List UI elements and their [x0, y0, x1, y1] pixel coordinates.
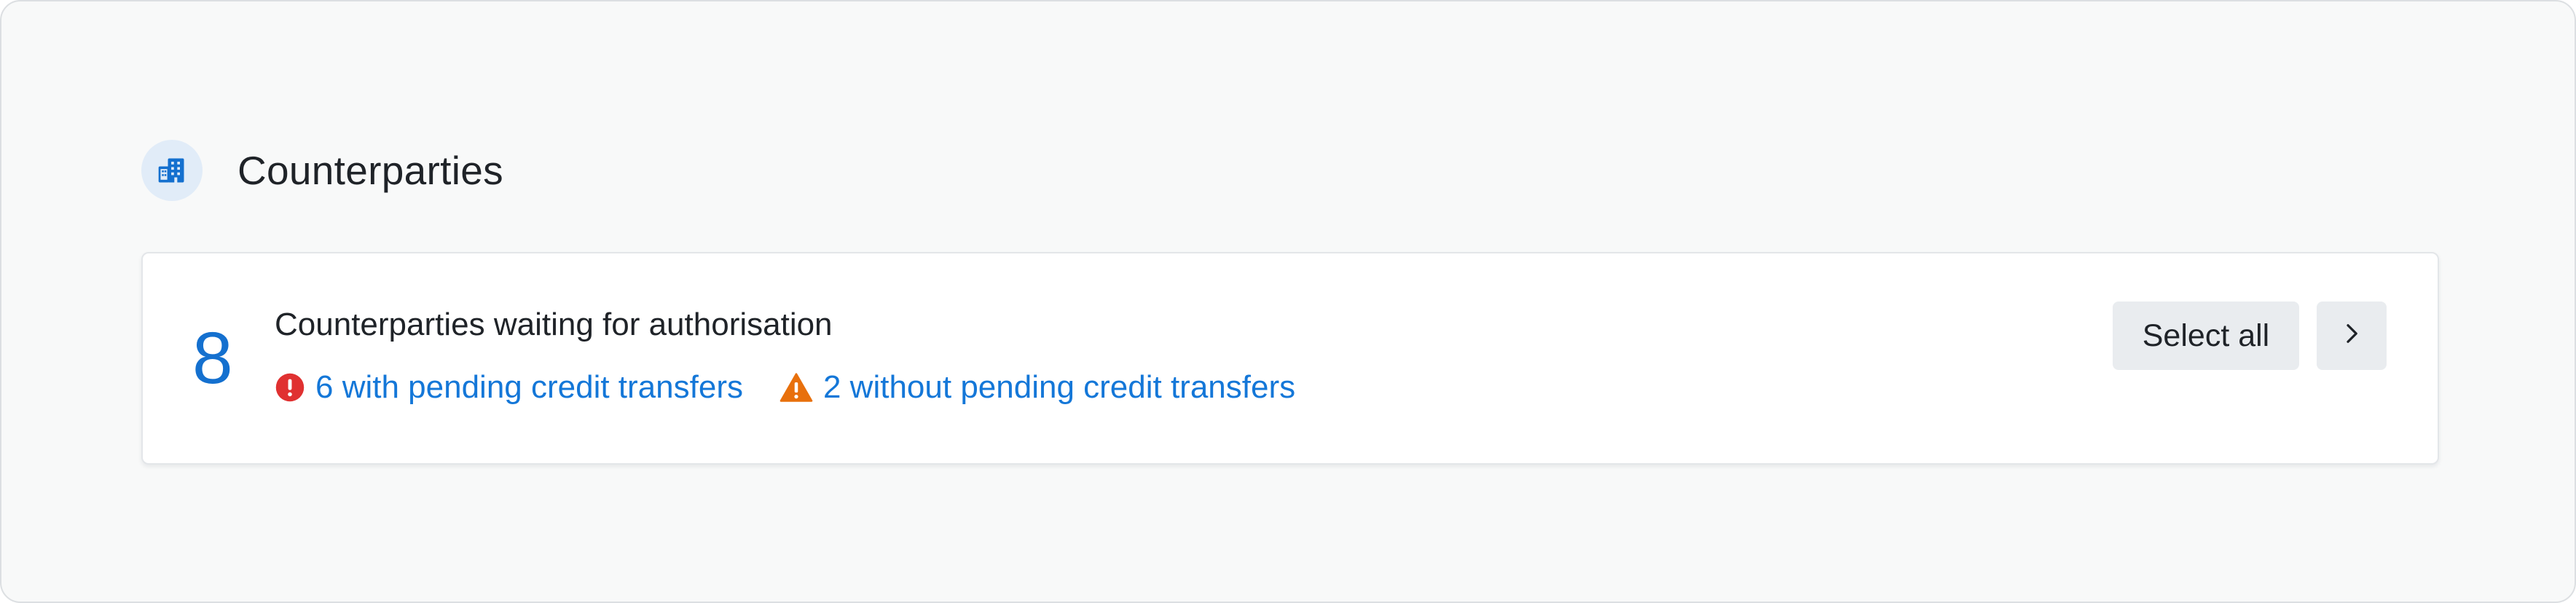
- without-pending-credit-transfers-label: 2 without pending credit transfers: [822, 369, 1296, 405]
- pending-count: 8: [192, 318, 233, 399]
- section-title: Counterparties: [237, 148, 503, 193]
- pending-credit-transfers-label: 6 with pending credit transfers: [315, 369, 743, 405]
- card-actions: Select all: [2113, 302, 2387, 370]
- warning-triangle-icon: [780, 372, 813, 403]
- next-button[interactable]: [2317, 302, 2387, 370]
- building-icon: [141, 140, 203, 201]
- card-title: Counterparties waiting for authorisation: [275, 307, 833, 342]
- status-links: 6 with pending credit transfers 2 withou…: [275, 368, 1295, 406]
- window-frame: Counterparties 8 Counterparties waiting …: [0, 0, 2576, 603]
- section-header: Counterparties: [141, 140, 503, 201]
- error-circle-icon: [275, 372, 305, 403]
- authorisation-card: 8 Counterparties waiting for authorisati…: [141, 252, 2439, 465]
- select-all-button[interactable]: Select all: [2113, 302, 2299, 370]
- chevron-right-icon: [2341, 318, 2363, 354]
- without-pending-credit-transfers-link[interactable]: 2 without pending credit transfers: [780, 368, 1295, 406]
- pending-credit-transfers-link[interactable]: 6 with pending credit transfers: [275, 368, 743, 406]
